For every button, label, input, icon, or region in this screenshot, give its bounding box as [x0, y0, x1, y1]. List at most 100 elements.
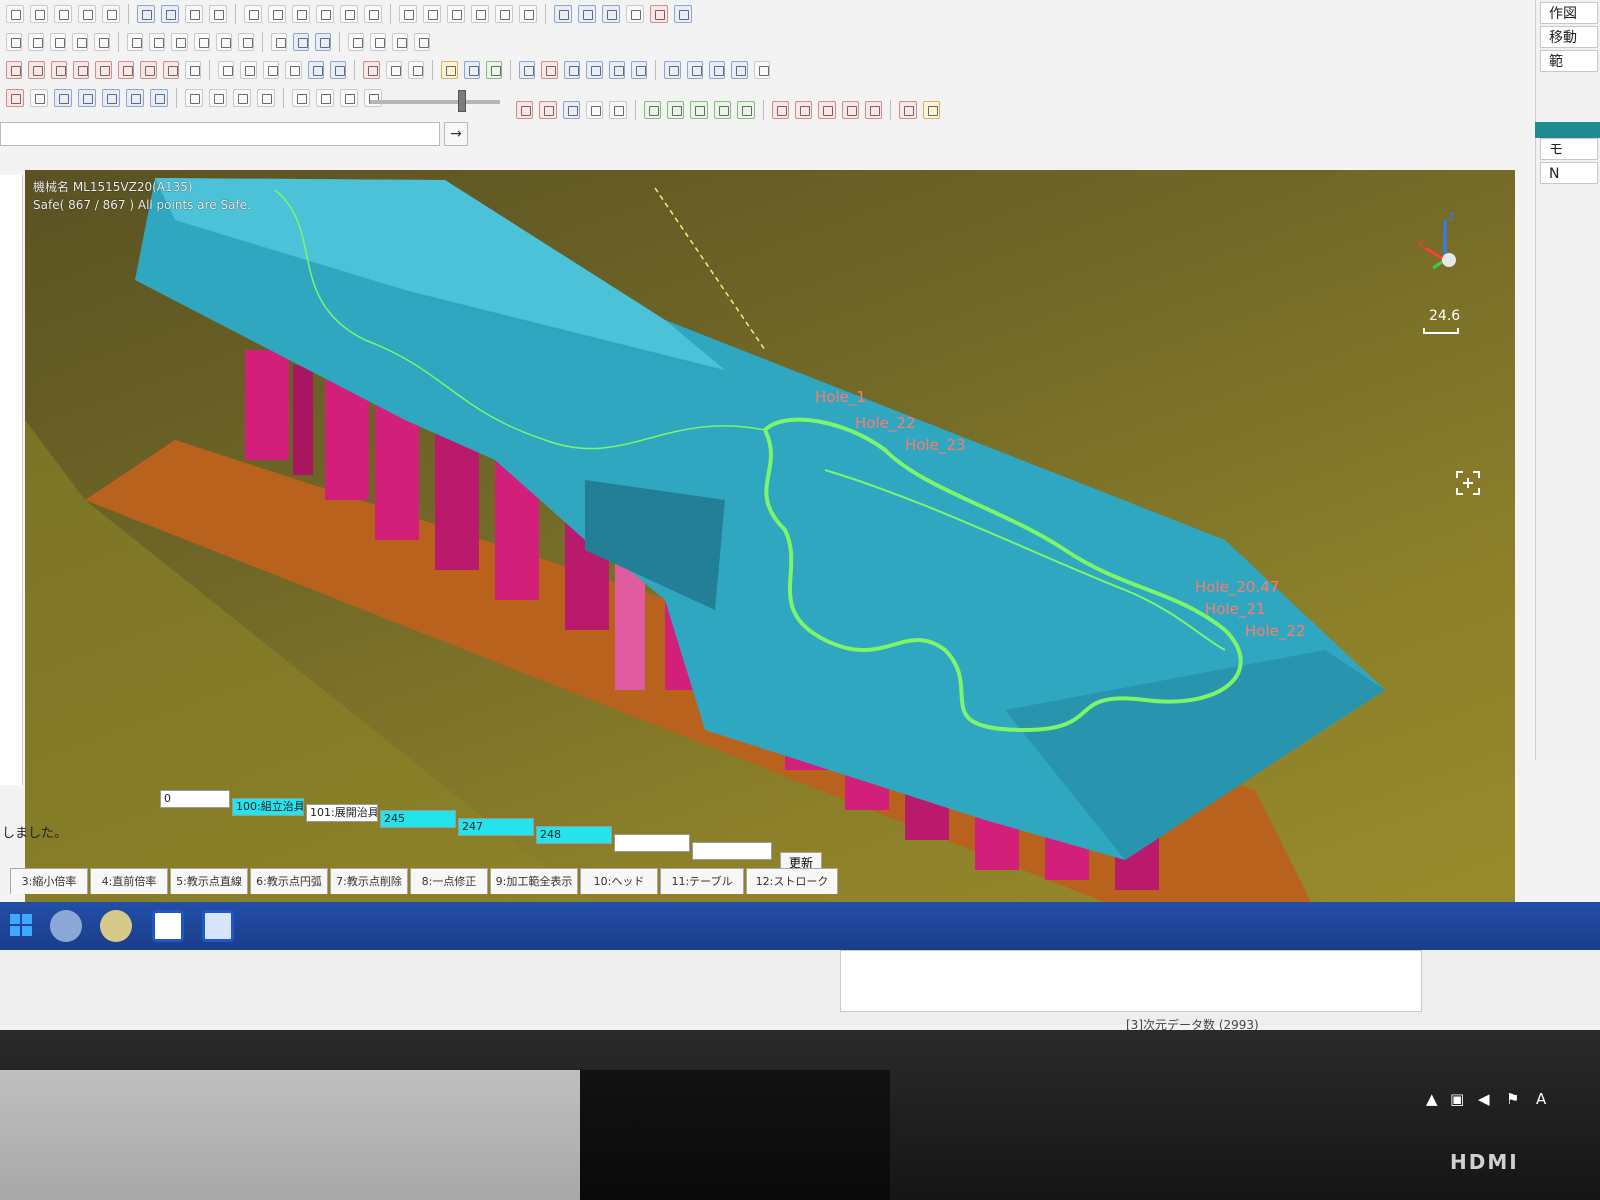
toolbar-button[interactable]	[140, 61, 157, 79]
toolbar-button[interactable]	[713, 101, 732, 119]
tray-arrow-icon[interactable]: ▲	[1426, 1090, 1438, 1108]
toolbar-button[interactable]	[78, 89, 96, 107]
toolbar-button[interactable]	[471, 5, 489, 23]
toolbar-button[interactable]	[667, 101, 685, 119]
toolbar-button[interactable]	[137, 5, 155, 23]
zoom-button[interactable]	[708, 61, 726, 79]
line-tool-button[interactable]	[268, 5, 286, 23]
snap-tool-button[interactable]	[369, 33, 386, 51]
draw-tool-button[interactable]	[6, 33, 23, 51]
toolbar-button[interactable]	[690, 101, 708, 119]
circle-tool-button[interactable]	[237, 33, 254, 51]
toolbar-button[interactable]	[737, 101, 755, 119]
grid-button[interactable]	[184, 61, 202, 79]
draw-tool-button[interactable]	[72, 33, 89, 51]
toolbar-button[interactable]	[50, 61, 68, 79]
snap-tool-button[interactable]	[391, 33, 408, 51]
zoom-button[interactable]	[686, 61, 703, 79]
view-button[interactable]	[240, 61, 257, 79]
toolbar-button[interactable]	[485, 61, 503, 79]
toolbar-button[interactable]	[516, 101, 534, 119]
layer-field-245[interactable]: 245	[380, 810, 456, 828]
toolbar-button[interactable]	[447, 5, 465, 23]
toolbar-button[interactable]	[463, 61, 480, 79]
play-button[interactable]	[209, 89, 227, 107]
fkey-8[interactable]: 8:一点修正	[410, 868, 488, 894]
layer-field-unfold[interactable]: 101:展開治具	[306, 804, 378, 822]
layer-field-empty[interactable]	[614, 834, 690, 852]
layer-field[interactable]: 0	[160, 790, 230, 808]
toolbar-button[interactable]	[626, 5, 644, 23]
toolbar-button[interactable]	[630, 61, 648, 79]
right-panel-item-move[interactable]: 移動	[1540, 26, 1598, 48]
draw-tool-button[interactable]	[50, 33, 67, 51]
toolbar-button[interactable]	[73, 61, 90, 79]
draw-tool-button[interactable]	[270, 33, 287, 51]
filter-button[interactable]	[753, 61, 770, 79]
stop-button[interactable]	[257, 89, 275, 107]
toolbar-button[interactable]	[674, 5, 692, 23]
line-tool-button[interactable]	[340, 5, 358, 23]
layer-field-247[interactable]: 247	[458, 818, 534, 836]
toolbar-button[interactable]	[423, 5, 441, 23]
toolbar-button[interactable]	[185, 5, 203, 23]
line-tool-button[interactable]	[292, 5, 310, 23]
arc-tool-button[interactable]	[171, 33, 188, 51]
toolbar-button[interactable]	[586, 61, 603, 79]
draw-tool-button[interactable]	[94, 33, 111, 51]
command-input[interactable]	[0, 122, 440, 146]
fkey-12[interactable]: 12:ストローク	[746, 868, 838, 894]
zoom-button[interactable]	[664, 61, 681, 79]
draw-tool-button[interactable]	[314, 33, 331, 51]
toolbar-button[interactable]	[6, 5, 24, 23]
layer-field-empty[interactable]	[692, 842, 772, 860]
delete-button[interactable]	[363, 61, 380, 79]
simulation-slider-handle[interactable]	[458, 90, 466, 112]
toolbar-button[interactable]	[922, 101, 940, 119]
cad-app-icon[interactable]	[152, 910, 184, 942]
redo-button[interactable]	[407, 61, 425, 79]
simulation-slider-track[interactable]	[370, 100, 500, 104]
toolbar-button[interactable]	[586, 101, 604, 119]
toolbar-button[interactable]	[539, 101, 557, 119]
toolbar-button[interactable]	[162, 61, 179, 79]
view-button[interactable]	[285, 61, 302, 79]
right-panel-item-n[interactable]: N	[1540, 162, 1598, 184]
cad-app-icon-active[interactable]	[202, 910, 234, 942]
right-panel-item-mode[interactable]: モ	[1540, 138, 1598, 160]
toolbar-button[interactable]	[578, 5, 596, 23]
fkey-6[interactable]: 6:教示点円弧	[250, 868, 328, 894]
toolbar-button[interactable]	[650, 5, 668, 23]
toolbar-button[interactable]	[6, 61, 23, 79]
toolbar-button[interactable]	[28, 61, 45, 79]
toolbar-button[interactable]	[602, 5, 620, 23]
right-panel-item-draw[interactable]: 作図	[1540, 2, 1598, 24]
toolbar-button[interactable]	[519, 61, 536, 79]
toolbar-button[interactable]	[562, 101, 581, 119]
toolbar-button[interactable]	[78, 5, 96, 23]
circle-tool-button[interactable]	[127, 33, 144, 51]
fit-view-icon[interactable]	[1455, 470, 1481, 496]
pause-button[interactable]	[233, 89, 251, 107]
toolbar-button[interactable]	[841, 101, 859, 119]
snap-tool-button[interactable]	[413, 33, 431, 51]
fkey-4[interactable]: 4:直前倍率	[90, 868, 168, 894]
fkey-11[interactable]: 11:テーブル	[660, 868, 744, 894]
arc-tool-button[interactable]	[193, 33, 210, 51]
rect-tool-button[interactable]	[215, 33, 232, 51]
draw-tool-button[interactable]	[292, 33, 309, 51]
toolbar-button[interactable]	[209, 5, 227, 23]
toolbar-button[interactable]	[102, 5, 120, 23]
toolbar-button[interactable]	[643, 101, 662, 119]
app-icon[interactable]	[50, 910, 82, 942]
command-enter-button[interactable]: →	[444, 122, 468, 146]
toolbar-button[interactable]	[864, 101, 883, 119]
view-button[interactable]	[262, 61, 280, 79]
zoom-button[interactable]	[731, 61, 748, 79]
first-step-button[interactable]	[292, 89, 310, 107]
toolbar-button[interactable]	[608, 61, 625, 79]
network-icon[interactable]: ▣	[1450, 1090, 1464, 1108]
toolbar-button[interactable]	[771, 101, 789, 119]
view-button[interactable]	[329, 61, 347, 79]
line-tool-button[interactable]	[244, 5, 262, 23]
